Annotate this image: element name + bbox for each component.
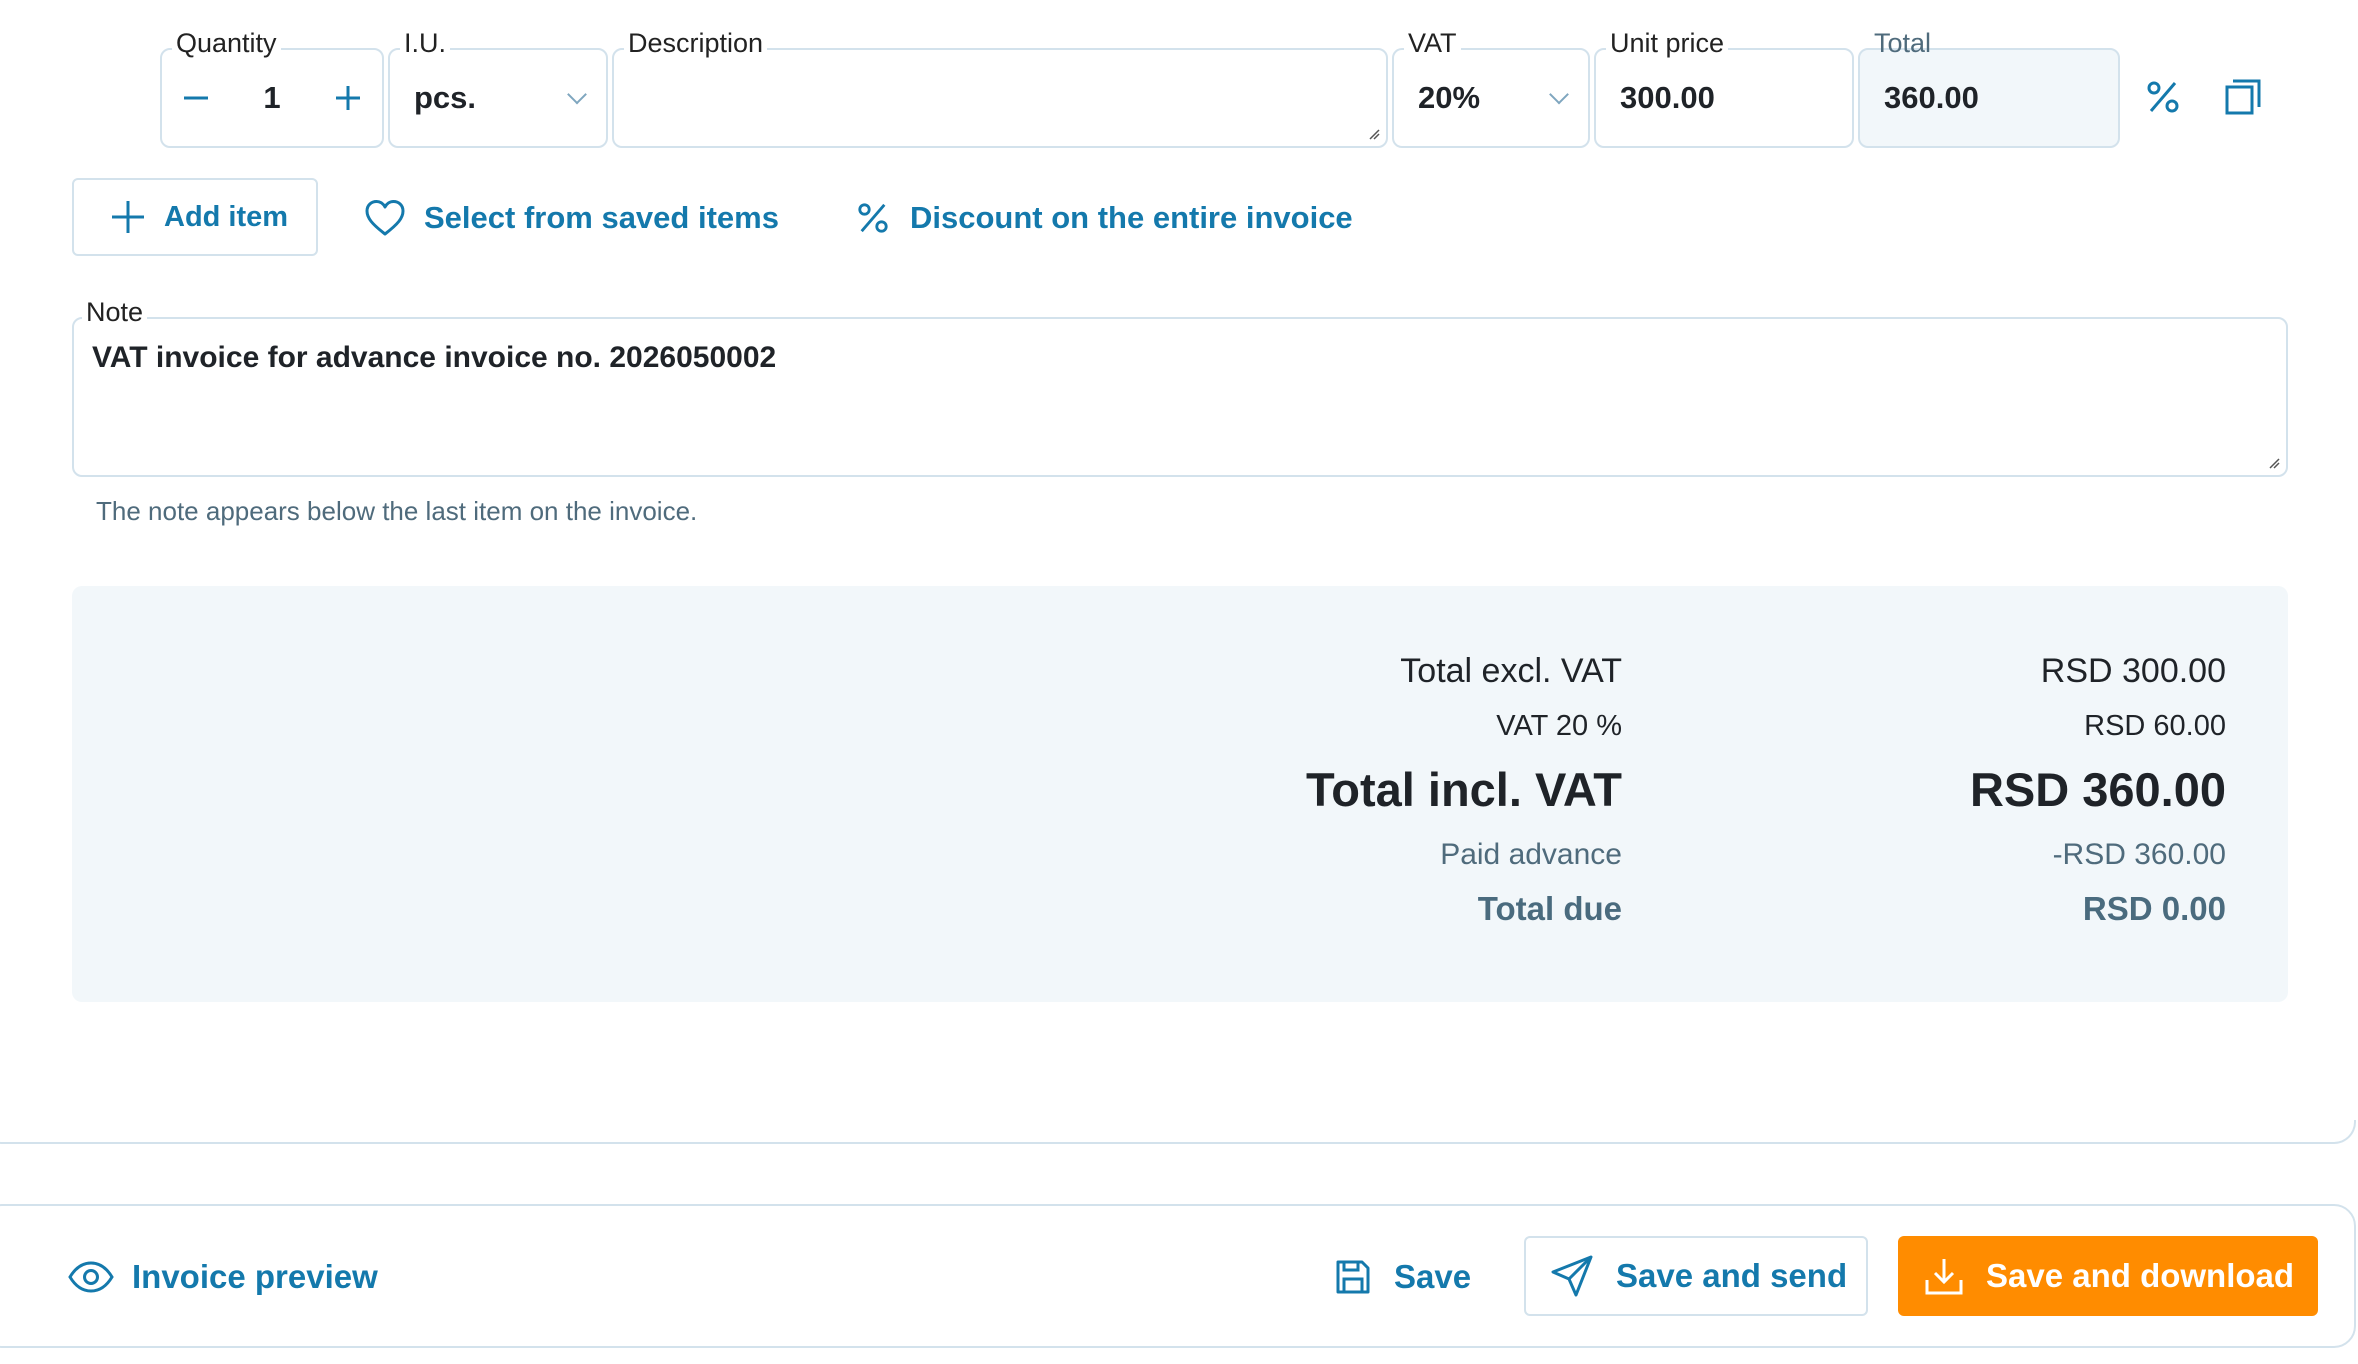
unit-price-field[interactable]: Unit price 300.00 xyxy=(1594,28,1854,148)
percent-icon xyxy=(2147,81,2179,113)
plus-icon xyxy=(336,86,360,110)
note-value: VAT invoice for advance invoice no. 2026… xyxy=(92,341,777,374)
increment-button[interactable] xyxy=(318,50,378,146)
unit-price-value: 300.00 xyxy=(1620,80,1715,115)
select-saved-label: Select from saved items xyxy=(424,200,779,235)
vat-select[interactable]: VAT 20% xyxy=(1392,28,1590,148)
decrement-button[interactable] xyxy=(166,50,226,146)
unit-select[interactable]: I.U. pcs. xyxy=(388,28,608,148)
add-item-button[interactable]: Add item xyxy=(72,178,318,256)
invoice-preview-label: Invoice preview xyxy=(132,1258,378,1295)
note-textarea[interactable]: Note VAT invoice for advance invoice no.… xyxy=(72,297,2288,477)
total-incl-vat-label: Total incl. VAT xyxy=(1306,763,1622,816)
vat-amount-label: VAT 20 % xyxy=(1496,710,1622,742)
save-and-download-button[interactable]: Save and download xyxy=(1898,1236,2318,1316)
resize-handle-icon[interactable] xyxy=(1368,128,1380,140)
duplicate-item-button[interactable] xyxy=(2220,74,2266,120)
minus-icon xyxy=(184,96,208,100)
note-label: Note xyxy=(82,297,148,327)
vat-amount-value: RSD 60.00 xyxy=(2084,710,2226,742)
plus-icon xyxy=(112,201,144,233)
total-due-label: Total due xyxy=(1477,890,1622,927)
total-excl-vat-value: RSD 300.00 xyxy=(2040,652,2226,690)
paid-advance-label: Paid advance xyxy=(1440,838,1622,871)
download-icon xyxy=(1925,1259,1963,1295)
description-field[interactable]: Description xyxy=(612,28,1388,148)
total-due-value: RSD 0.00 xyxy=(2082,890,2226,927)
unit-value: pcs. xyxy=(414,80,477,115)
total-excl-vat-label: Total excl. VAT xyxy=(1400,652,1622,690)
send-icon xyxy=(1551,1255,1593,1297)
select-saved-items-button[interactable]: Select from saved items xyxy=(364,196,779,240)
item-discount-button[interactable] xyxy=(2140,74,2186,120)
save-button[interactable]: Save xyxy=(1334,1252,1471,1302)
chevron-down-icon xyxy=(567,84,587,105)
resize-handle-icon[interactable] xyxy=(2268,457,2280,469)
vat-value: 20% xyxy=(1418,80,1481,115)
quantity-stepper[interactable]: Quantity 1 xyxy=(160,28,384,148)
discount-label: Discount on the entire invoice xyxy=(910,200,1353,235)
eye-icon xyxy=(68,1261,114,1293)
save-and-send-button[interactable]: Save and send xyxy=(1524,1236,1868,1316)
card-bottom-edge xyxy=(0,1120,2356,1144)
invoice-summary: Total excl. VAT RSD 300.00 VAT 20 % RSD … xyxy=(72,586,2288,1002)
chevron-down-icon xyxy=(1549,84,1569,105)
add-item-label: Add item xyxy=(164,200,289,233)
paid-advance-value: -RSD 360.00 xyxy=(2052,838,2226,871)
total-incl-vat-value: RSD 360.00 xyxy=(1969,763,2226,816)
heart-icon xyxy=(365,200,405,236)
total-field: Total 360.00 xyxy=(1858,28,2120,148)
total-value: 360.00 xyxy=(1884,80,1979,115)
invoice-preview-button[interactable]: Invoice preview xyxy=(68,1252,378,1302)
floppy-disk-icon xyxy=(1336,1260,1370,1294)
percent-icon xyxy=(858,203,888,233)
discount-entire-invoice-button[interactable]: Discount on the entire invoice xyxy=(856,196,1353,240)
copy-icon xyxy=(2225,79,2261,115)
save-and-send-label: Save and send xyxy=(1616,1257,1848,1294)
save-and-download-label: Save and download xyxy=(1986,1257,2295,1294)
description-label: Description xyxy=(624,28,768,58)
save-label: Save xyxy=(1394,1258,1472,1295)
note-hint: The note appears below the last item on … xyxy=(96,496,698,526)
